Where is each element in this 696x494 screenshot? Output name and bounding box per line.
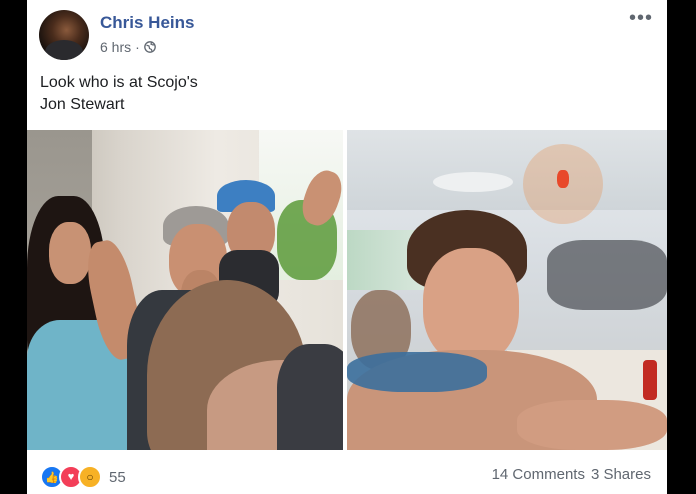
engagement-counts: 14 Comments 3 Shares: [492, 466, 651, 483]
photo-left[interactable]: [27, 130, 343, 450]
ceiling: [347, 130, 667, 210]
person-woman-face: [49, 222, 91, 284]
author-avatar[interactable]: [39, 10, 89, 60]
ceiling-light: [433, 172, 513, 192]
shares-count[interactable]: 3 Shares: [591, 466, 651, 483]
post-text-line1: Look who is at Scojo's: [40, 74, 198, 91]
post-text-line2[interactable]: Jon Stewart: [40, 94, 198, 116]
post-meta: 6 hrs ·: [100, 39, 156, 55]
post-card: Chris Heins 6 hrs · ••• Look who is at S…: [27, 0, 667, 494]
wow-icon: ○: [78, 465, 102, 489]
post-text: Look who is at Scojo's Jon Stewart: [40, 72, 198, 116]
more-options-icon[interactable]: •••: [629, 8, 653, 28]
ketchup-bottle: [643, 360, 657, 400]
background-people: [547, 240, 667, 310]
foreground-shirt: [277, 344, 343, 450]
lamp: [557, 170, 569, 188]
author-name[interactable]: Chris Heins: [100, 13, 194, 33]
young-man-tank: [347, 352, 487, 392]
young-man-face: [423, 248, 519, 364]
young-man-arm: [517, 400, 667, 450]
reaction-count[interactable]: 55: [109, 469, 126, 486]
meta-separator: ·: [135, 39, 140, 55]
photo-right[interactable]: [347, 130, 667, 450]
reaction-summary[interactable]: 👍 ♥ ○ 55: [40, 465, 126, 489]
globe-icon[interactable]: [143, 41, 156, 53]
post-time[interactable]: 6 hrs: [100, 39, 131, 55]
comments-count[interactable]: 14 Comments: [492, 466, 585, 483]
